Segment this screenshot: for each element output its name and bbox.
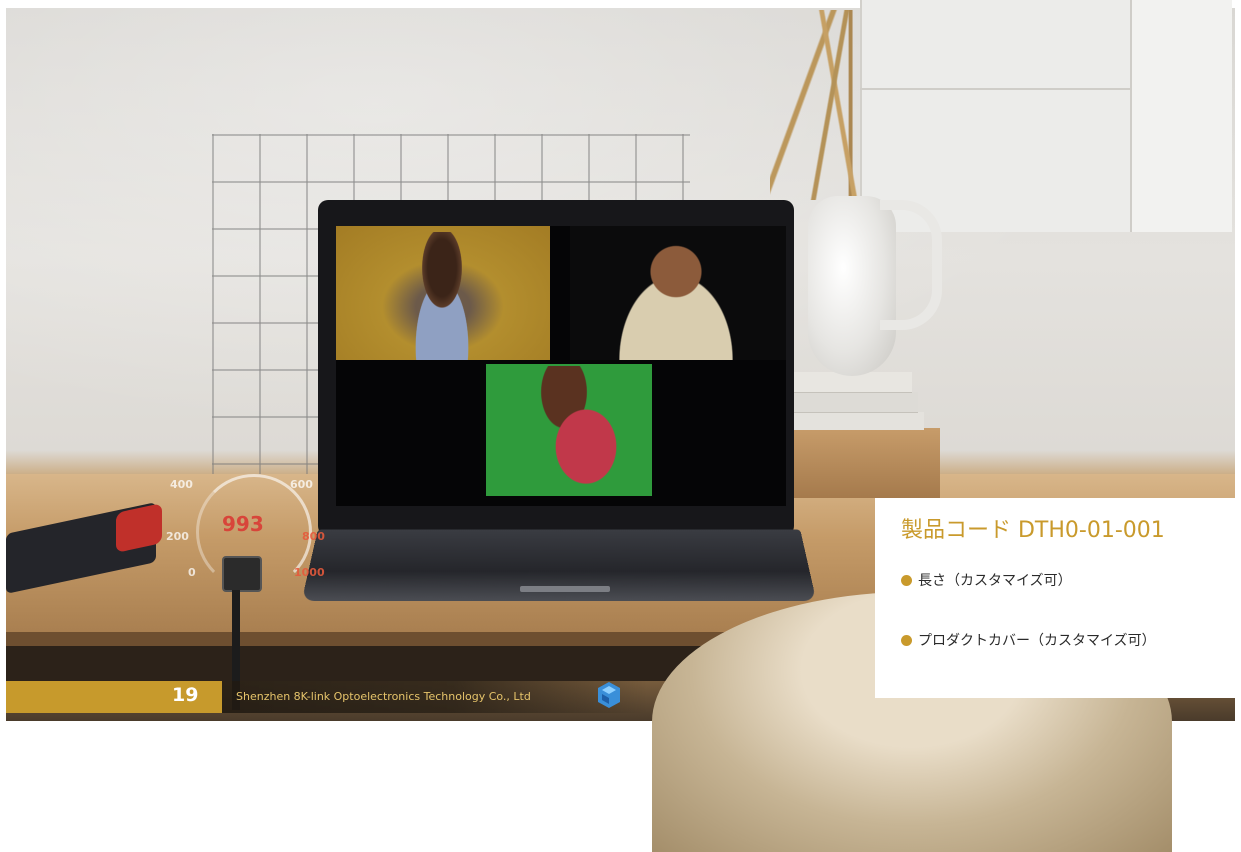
company-name: Shenzhen 8K-link Optoelectronics Technol… <box>236 690 531 703</box>
cabinet-door <box>1130 0 1232 232</box>
page-number: 19 <box>172 684 199 706</box>
book <box>792 412 924 430</box>
video-person <box>520 366 630 496</box>
product-code-title: 製品コード DTH0-01-001 <box>901 518 1165 543</box>
gauge-tick: 0 <box>188 566 196 579</box>
feature-item: プロダクトカバー（カスタマイズ可） <box>901 630 1156 650</box>
feature-label: プロダクトカバー（カスタマイズ可） <box>918 633 1156 649</box>
gauge-value: 993 <box>222 512 264 536</box>
laptop-trackpad <box>520 586 610 592</box>
gauge-tick: 600 <box>290 478 313 491</box>
pitcher-handle <box>880 200 942 330</box>
gauge-tick: 200 <box>166 530 189 543</box>
bullet-dot-icon <box>901 575 912 586</box>
feature-label: 長さ（カスタマイズ可） <box>918 573 1072 589</box>
bullet-dot-icon <box>901 635 912 646</box>
desk-shelf <box>790 428 940 498</box>
feature-item: 長さ（カスタマイズ可） <box>901 570 1072 590</box>
gauge-tick: 800 <box>302 530 325 543</box>
video-person <box>588 230 764 360</box>
gauge-tick: 1000 <box>294 566 325 579</box>
book <box>792 392 918 413</box>
company-logo-icon <box>598 682 620 708</box>
video-person <box>396 232 488 360</box>
dried-wheat <box>770 10 900 200</box>
cabinet-seam <box>860 88 1130 90</box>
gauge-tick: 400 <box>170 478 193 491</box>
